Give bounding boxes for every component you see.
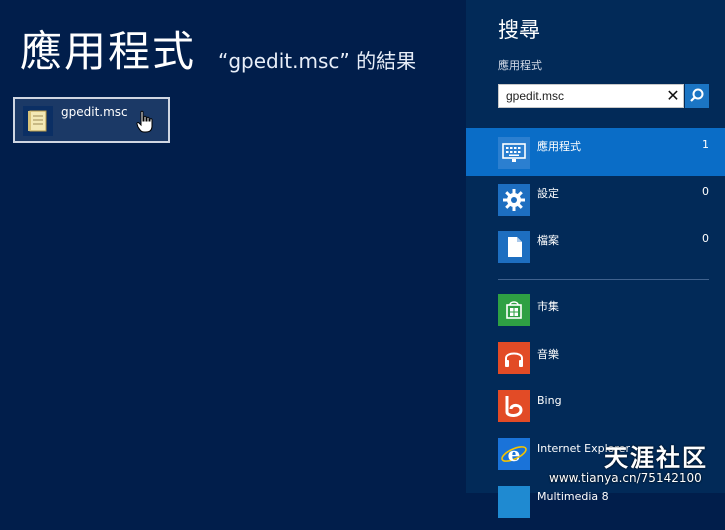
category-apps[interactable]: 應用程式 1 [466, 128, 725, 176]
watermark-url: www.tianya.cn/75142100 [549, 471, 702, 485]
app-music[interactable]: 音樂 [466, 342, 725, 386]
app-store[interactable]: 市集 [466, 294, 725, 338]
divider [498, 279, 709, 280]
search-box: ✕ [498, 84, 684, 108]
category-label: 檔案 [537, 234, 559, 247]
category-count: 1 [702, 138, 709, 151]
svg-text:e: e [508, 442, 521, 466]
category-count: 0 [702, 232, 709, 245]
watermark-brand: 天涯社区 [604, 444, 708, 472]
category-files[interactable]: 檔案 0 [466, 222, 725, 270]
app-label: 音樂 [537, 348, 559, 361]
gear-icon [498, 184, 530, 216]
results-title: 應用程式 [20, 27, 197, 76]
category-label: 設定 [537, 187, 559, 200]
search-icon [690, 88, 704, 102]
charm-title: 搜尋 [498, 18, 540, 42]
file-icon [498, 231, 530, 263]
search-charm: 搜尋 應用程式 ✕ 應用程式 1 [466, 0, 725, 518]
bing-icon [498, 390, 530, 422]
keyboard-monitor-icon [498, 137, 530, 169]
headphones-icon [498, 342, 530, 374]
search-input[interactable] [499, 85, 666, 107]
document-scroll-icon [23, 106, 53, 136]
search-go-button[interactable] [685, 84, 709, 108]
app-bing[interactable]: Bing [466, 390, 725, 434]
internet-explorer-icon: e [498, 438, 530, 470]
app-label: 市集 [537, 300, 559, 313]
result-tile-label: gpedit.msc [61, 105, 128, 119]
category-count: 0 [702, 185, 709, 198]
app-label: Multimedia 8 [537, 490, 609, 503]
results-subtitle: “gpedit.msc” 的結果 [218, 49, 417, 73]
results-pane: 應用程式 “gpedit.msc” 的結果 gpedit.msc [0, 0, 466, 493]
store-icon [498, 294, 530, 326]
clear-search-button[interactable]: ✕ [665, 87, 681, 105]
category-settings[interactable]: 設定 0 [466, 175, 725, 223]
category-label: 應用程式 [537, 140, 581, 153]
app-label: Bing [537, 394, 562, 407]
search-scope-label: 應用程式 [498, 59, 542, 72]
hand-cursor-icon [136, 110, 154, 138]
multimedia-icon [498, 486, 530, 518]
